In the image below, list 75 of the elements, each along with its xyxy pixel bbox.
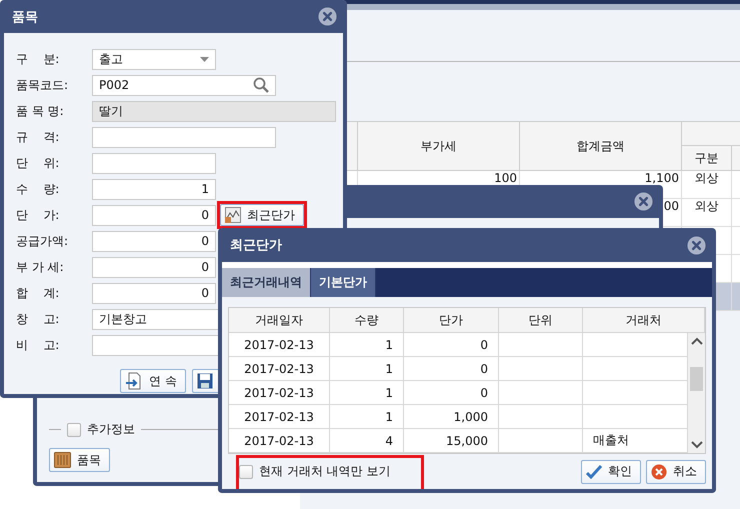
field-label: 품목코드: <box>16 76 70 94</box>
table-cell: 4 <box>330 429 404 453</box>
checkbox-label: 추가정보 <box>87 421 135 438</box>
table-cell: 1 <box>330 381 404 405</box>
column-header: 거래처 <box>583 308 705 333</box>
table-cell: 2017-02-13 <box>229 357 330 381</box>
tab[interactable]: 최근거래내역 <box>222 268 311 297</box>
recent-price-button[interactable]: 최근단가 <box>220 204 304 226</box>
close-icon[interactable] <box>318 7 337 26</box>
tab[interactable]: 기본단가 <box>311 268 376 297</box>
field-label: 수 량: <box>16 180 60 198</box>
table-cell: 1 <box>330 405 404 429</box>
chevron-up-icon <box>690 337 702 345</box>
dropdown[interactable]: 출고 <box>92 48 216 70</box>
field-label: 단 가: <box>16 206 60 224</box>
cancel-button[interactable]: 취소 <box>646 460 706 484</box>
input-field[interactable]: 0 <box>92 282 216 304</box>
input-field[interactable]: 1 <box>92 178 216 200</box>
field-label: 창 고: <box>16 310 60 328</box>
continue-button[interactable]: 연 속 <box>120 369 186 393</box>
field-label: 구 분: <box>16 50 60 68</box>
close-icon <box>651 464 667 480</box>
table-cell: 1,000 <box>404 405 499 429</box>
table-cell: 2017-02-13 <box>229 381 330 405</box>
caret-icon <box>200 56 209 62</box>
field-label: 합 계: <box>16 284 60 302</box>
checkmark-icon <box>586 464 602 478</box>
input-field: 딸기 <box>92 100 336 122</box>
table-cell: 0 <box>404 357 499 381</box>
table-cell: 0 <box>404 381 499 405</box>
item-button[interactable]: 품목 <box>49 448 110 472</box>
window-title: 품목 <box>12 8 38 26</box>
chart-icon <box>225 207 241 223</box>
crate-icon <box>54 452 71 468</box>
table-cell: 2017-02-13 <box>229 405 330 429</box>
table-cell: 15,000 <box>404 429 499 453</box>
scrollbar[interactable] <box>688 333 705 453</box>
table-cell: 외상 <box>682 199 732 227</box>
field-label: 품 목 명: <box>16 102 65 120</box>
document-arrow-icon <box>125 372 143 390</box>
field-label: 비 고: <box>16 336 60 354</box>
table-cell: 0 <box>404 333 499 357</box>
window-title: 최근단가 <box>230 237 282 254</box>
input-field[interactable]: 0 <box>92 204 216 226</box>
input-field[interactable] <box>92 152 216 174</box>
column-header: 합계금액 <box>520 121 682 171</box>
input-field[interactable]: 0 <box>92 256 216 278</box>
table-cell: 2017-02-13 <box>229 333 330 357</box>
search-field[interactable]: P002 <box>92 74 276 96</box>
input-field[interactable] <box>92 126 276 148</box>
search-icon <box>253 77 269 93</box>
table-cell: 1 <box>330 357 404 381</box>
column-header: 거래일자 <box>229 308 330 333</box>
ok-button[interactable]: 확인 <box>581 460 641 484</box>
field-label: 부 가 세: <box>16 258 65 276</box>
column-header: 단위 <box>499 308 583 333</box>
close-icon[interactable] <box>687 236 706 254</box>
table-cell: 1 <box>330 333 404 357</box>
field-label: 규 격: <box>16 128 60 146</box>
checkbox-label: 현재 거래처 내역만 보기 <box>259 463 390 480</box>
chevron-down-icon <box>690 441 702 449</box>
input-field[interactable]: 0 <box>92 230 216 252</box>
checkbox[interactable] <box>67 422 81 436</box>
table-cell: 외상 <box>682 171 732 199</box>
column-header: 단가 <box>404 308 499 333</box>
scrollbar-thumb[interactable] <box>690 367 703 391</box>
field-label: 단 위: <box>16 154 60 172</box>
column-header: 부가세 <box>358 121 520 171</box>
close-icon[interactable] <box>634 192 653 211</box>
floppy-icon <box>196 373 213 389</box>
column-header: 수량 <box>330 308 404 333</box>
column-header: 구분 <box>682 146 732 171</box>
checkbox[interactable] <box>239 464 253 478</box>
field-label: 공급가액: <box>16 232 70 250</box>
table-cell: 2017-02-13 <box>229 429 330 453</box>
